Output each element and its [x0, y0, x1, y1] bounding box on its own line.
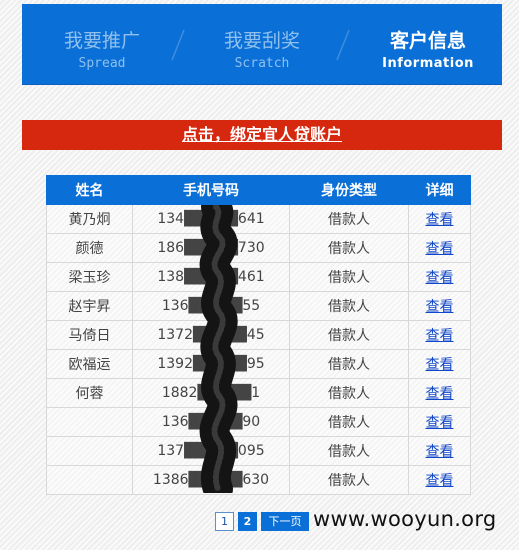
cell-type: 借款人 — [289, 320, 409, 350]
table-row: 1386█████630 借款人 查看 — [46, 465, 471, 495]
top-navigation: 我要推广 Spread 我要刮奖 Scratch 客户信息 Informatio… — [22, 4, 502, 85]
view-link[interactable]: 查看 — [426, 299, 454, 315]
cell-name: 梁玉珍 — [46, 262, 133, 292]
view-link[interactable]: 查看 — [426, 270, 454, 286]
cell-detail: 查看 — [408, 262, 471, 292]
table-row: 何蓉 1882█████1 借款人 查看 — [46, 378, 471, 408]
cell-detail: 查看 — [408, 378, 471, 408]
cell-type: 借款人 — [289, 378, 409, 408]
view-link[interactable]: 查看 — [426, 357, 454, 373]
view-link[interactable]: 查看 — [426, 415, 454, 431]
nav-label-en: Information — [382, 56, 474, 71]
cell-name — [46, 465, 133, 495]
cell-type: 借款人 — [289, 262, 409, 292]
view-link[interactable]: 查看 — [426, 328, 454, 344]
cell-name: 赵宇昇 — [46, 291, 133, 321]
table-row: 137█████095 借款人 查看 — [46, 436, 471, 466]
table-header-row: 姓名 手机号码 身份类型 详细 — [46, 175, 471, 205]
table-row: 赵宇昇 136█████55 借款人 查看 — [46, 291, 471, 321]
view-link[interactable]: 查看 — [426, 473, 454, 489]
nav-label-en: Scratch — [234, 56, 290, 71]
next-page-button[interactable]: 下一页 — [261, 512, 309, 531]
page-1-button[interactable]: 1 — [215, 512, 234, 531]
table-row: 梁玉珍 138█████461 借款人 查看 — [46, 262, 471, 292]
cell-type: 借款人 — [289, 436, 409, 466]
table-row: 黄乃炯 134█████641 借款人 查看 — [46, 204, 471, 234]
customer-table: 姓名 手机号码 身份类型 详细 黄乃炯 134█████641 借款人 查看 颜德 18… — [46, 175, 471, 495]
table-row: 颜德 186█████730 借款人 查看 — [46, 233, 471, 263]
cell-name — [46, 407, 133, 437]
cell-type: 借款人 — [289, 465, 409, 495]
column-header-phone: 手机号码 — [132, 175, 290, 205]
cell-detail: 查看 — [408, 407, 471, 437]
cell-type: 借款人 — [289, 407, 409, 437]
column-header-detail: 详细 — [408, 175, 471, 205]
cell-detail: 查看 — [408, 465, 471, 495]
watermark-text: www.wooyun.org — [313, 507, 497, 531]
nav-label-en: Spread — [78, 56, 126, 71]
nav-item-information[interactable]: 客户信息 Information — [348, 4, 508, 84]
cell-name: 何蓉 — [46, 378, 133, 408]
cell-name: 马倚日 — [46, 320, 133, 350]
cell-detail: 查看 — [408, 204, 471, 234]
column-header-type: 身份类型 — [289, 175, 409, 205]
table-row: 马倚日 1372█████45 借款人 查看 — [46, 320, 471, 350]
bind-account-banner: 点击，绑定宜人贷账户 — [22, 120, 502, 150]
view-link[interactable]: 查看 — [426, 241, 454, 257]
cell-name: 欧福运 — [46, 349, 133, 379]
cell-type: 借款人 — [289, 204, 409, 234]
nav-label-zh: 我要推广 — [63, 30, 140, 52]
column-header-name: 姓名 — [46, 175, 133, 205]
cell-type: 借款人 — [289, 233, 409, 263]
cell-type: 借款人 — [289, 349, 409, 379]
cell-name: 黄乃炯 — [46, 204, 133, 234]
cell-detail: 查看 — [408, 349, 471, 379]
bind-account-link[interactable]: 点击，绑定宜人贷账户 — [182, 125, 342, 144]
cell-name — [46, 436, 133, 466]
cell-detail: 查看 — [408, 233, 471, 263]
cell-name: 颜德 — [46, 233, 133, 263]
view-link[interactable]: 查看 — [426, 386, 454, 402]
cell-detail: 查看 — [408, 291, 471, 321]
view-link[interactable]: 查看 — [426, 444, 454, 460]
nav-item-scratch[interactable]: 我要刮奖 Scratch — [182, 4, 342, 84]
table-row: 136█████90 借款人 查看 — [46, 407, 471, 437]
cell-type: 借款人 — [289, 291, 409, 321]
nav-label-zh: 我要刮奖 — [223, 30, 300, 52]
cell-detail: 查看 — [408, 320, 471, 350]
redaction-scribble — [199, 205, 238, 493]
nav-item-spread[interactable]: 我要推广 Spread — [22, 4, 182, 84]
table-row: 欧福运 1392█████95 借款人 查看 — [46, 349, 471, 379]
view-link[interactable]: 查看 — [426, 212, 454, 228]
page-2-button[interactable]: 2 — [238, 512, 257, 531]
cell-detail: 查看 — [408, 436, 471, 466]
nav-label-zh: 客户信息 — [389, 30, 466, 52]
